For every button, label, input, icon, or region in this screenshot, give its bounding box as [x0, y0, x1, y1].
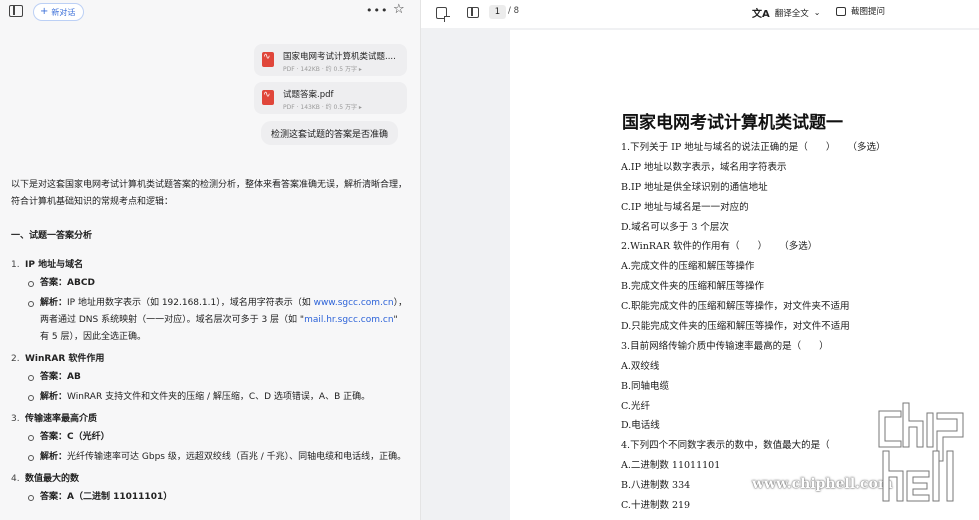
screenshot-label: 截图提问 [851, 7, 886, 17]
file-name: 国家电网考试计算机类试题.... [283, 52, 396, 62]
screenshot-icon [836, 6, 846, 16]
question-number: 3. [11, 414, 20, 424]
mail-sgcc-link[interactable]: mail.hr.sgcc.com.cn [304, 315, 393, 325]
document-line: D.电话线 [621, 420, 660, 432]
question-analysis: 1. IP 地址与域名 答案：ABCD 解析：IP 地址用数字表示（如 192.1… [11, 255, 409, 346]
document-line: C.光纤 [621, 400, 650, 412]
question-analysis: 3. 传输速率最高介质 答案：C（光纤） 解析：光纤传输速率可达 Gbps 级，远… [11, 409, 409, 466]
question-title: 数值最大的数 [25, 474, 80, 484]
answer-bullet: 答案：ABCD [11, 275, 409, 292]
document-line: 2.WinRAR 软件的作用有（ ） （多选） [621, 241, 818, 253]
explanation-label: 解析： [40, 392, 68, 402]
section-title: 一、试题一答案分析 [11, 231, 93, 241]
page-total: / 8 [508, 6, 519, 16]
document-line: A.双绞线 [621, 360, 660, 372]
answer-bullet: 答案：AB [11, 369, 409, 386]
answer-label: 答案： [40, 432, 68, 442]
question-analysis: 2. WinRAR 软件作用 答案：AB 解析：WinRAR 支持文件和文件夹的压… [11, 349, 409, 406]
star-icon[interactable]: ☆ [393, 2, 405, 17]
answer-value: AB [67, 372, 81, 382]
more-icon[interactable]: ••• [366, 4, 388, 17]
explanation-bullet: 解析：WinRAR 支持文件和文件夹的压缩 / 解压缩，C、D 选项错误，A、B… [11, 389, 409, 406]
explanation-bullet: 解析：IP 地址用数字表示（如 192.168.1.1），域名用字符表示（如 w… [11, 295, 409, 346]
question-number: 2. [11, 354, 20, 364]
attached-file-card[interactable]: 国家电网考试计算机类试题.... PDF · 142KB · 约 0.5 万字 … [254, 44, 407, 76]
question-title: WinRAR 软件作用 [25, 354, 105, 364]
attached-file-card[interactable]: 试题答案.pdf PDF · 143KB · 约 0.5 万字 ▸ [254, 82, 407, 114]
new-chat-label: 新对话 [51, 7, 76, 17]
assistant-answer: 以下是对这套国家电网考试计算机类试题答案的检测分析，整体来看答案准确无误，解析清… [11, 177, 409, 509]
document-line: A.二进制数 11011101 [621, 460, 721, 472]
document-title: 国家电网考试计算机类试题一 [622, 113, 843, 133]
document-line: 3.目前网络传输介质中传输速率最高的是（ ） [621, 340, 829, 352]
viewer-toolbar: 1 / 8 文A 翻译全文 ⌄ 截图提问 [421, 0, 979, 28]
chevron-down-icon: ⌄ [813, 8, 821, 17]
translate-all-button[interactable]: 文A 翻译全文 ⌄ [752, 5, 820, 20]
answer-value: C（光纤） [67, 432, 110, 442]
thumbnail-sidebar-icon[interactable] [467, 7, 479, 18]
question-title: 传输速率最高介质 [25, 414, 98, 424]
document-line: B.完成文件夹的压缩和解压等操作 [621, 281, 765, 293]
sidebar-toggle-icon[interactable] [9, 5, 23, 17]
document-line: 1.下列关于 IP 地址与域名的说法正确的是（ ） （多选） [621, 142, 886, 153]
watermark-url: www.chiphell.com [752, 476, 893, 492]
translate-icon: 文A [752, 9, 770, 20]
explanation-text: WinRAR 支持文件和文件夹的压缩 / 解压缩，C、D 选项错误，A、B 正确… [67, 392, 371, 402]
plus-icon: + [40, 6, 49, 17]
document-line: 4.下列四个不同数字表示的数中，数值最大的是（ [621, 440, 830, 452]
answer-value: A（二进制 11011101） [67, 492, 173, 502]
explanation-label: 解析： [40, 298, 68, 308]
explanation-text: IP 地址用数字表示（如 192.168.1.1），域名用字符表示（如 [67, 298, 314, 308]
document-line: B.同轴电缆 [621, 380, 670, 392]
sgcc-link[interactable]: www.sgcc.com.cn [314, 298, 394, 308]
explanation-bullet: 解析：光纤传输速率可达 Gbps 级，远超双绞线（百兆 / 千兆）、同轴电缆和电… [11, 449, 409, 466]
question-title: IP 地址与域名 [25, 260, 84, 270]
question-number: 1. [11, 260, 20, 270]
explanation-text: 光纤传输速率可达 Gbps 级，远超双绞线（百兆 / 千兆）、同轴电缆和电话线，… [67, 452, 407, 462]
document-line: C.IP 地址与域名是一一对应的 [621, 201, 749, 213]
answer-label: 答案： [40, 372, 68, 382]
new-chat-button[interactable]: + 新对话 [33, 3, 85, 21]
file-name: 试题答案.pdf [283, 90, 334, 100]
answer-bullet: 答案：A（二进制 11011101） [11, 489, 409, 506]
document-line: D.只能完成文件夹的压缩和解压等操作，对文件不适用 [621, 321, 850, 333]
explanation-label: 解析： [40, 452, 68, 462]
file-meta: PDF · 143KB · 约 0.5 万字 ▸ [283, 104, 362, 111]
question-analysis: 4. 数值最大的数 答案：A（二进制 11011101） [11, 469, 409, 506]
answer-bullet: 答案：C（光纤） [11, 429, 409, 446]
document-line: B.IP 地址是供全球识别的通信地址 [621, 181, 768, 193]
new-document-icon[interactable] [436, 7, 450, 22]
chat-toolbar: + 新对话 ••• ☆ [0, 0, 420, 24]
file-meta: PDF · 142KB · 约 0.5 万字 ▸ [283, 66, 362, 73]
question-number: 4. [11, 474, 20, 484]
page-number-input[interactable]: 1 [489, 5, 506, 19]
pdf-file-icon [262, 90, 274, 105]
screenshot-question-button[interactable]: 截图提问 [836, 5, 885, 17]
document-line: C.十进制数 219 [621, 500, 691, 512]
document-body: 1.下列关于 IP 地址与域名的说法正确的是（ ） （多选） A.IP 地址以数字… [621, 138, 885, 516]
user-message: 检测这套试题的答案是否准确 [261, 121, 399, 145]
answer-intro: 以下是对这套国家电网考试计算机类试题答案的检测分析，整体来看答案准确无误，解析清… [11, 180, 408, 207]
answer-value: ABCD [67, 278, 95, 288]
answer-label: 答案： [40, 278, 68, 288]
chiphell-logo [878, 402, 964, 502]
document-line: C.职能完成文件的压缩和解压等操作，对文件夹不适用 [621, 301, 850, 313]
document-line: A.完成文件的压缩和解压等操作 [621, 261, 755, 273]
document-line: A.IP 地址以数字表示，域名用字符表示 [621, 161, 787, 173]
answer-label: 答案： [40, 492, 68, 502]
document-line: D.域名可以多于 3 个层次 [621, 221, 729, 233]
translate-label: 翻译全文 [774, 8, 809, 19]
chat-panel: + 新对话 ••• ☆ 国家电网考试计算机类试题.... PDF · 142KB… [0, 0, 420, 520]
pdf-file-icon [262, 52, 274, 67]
